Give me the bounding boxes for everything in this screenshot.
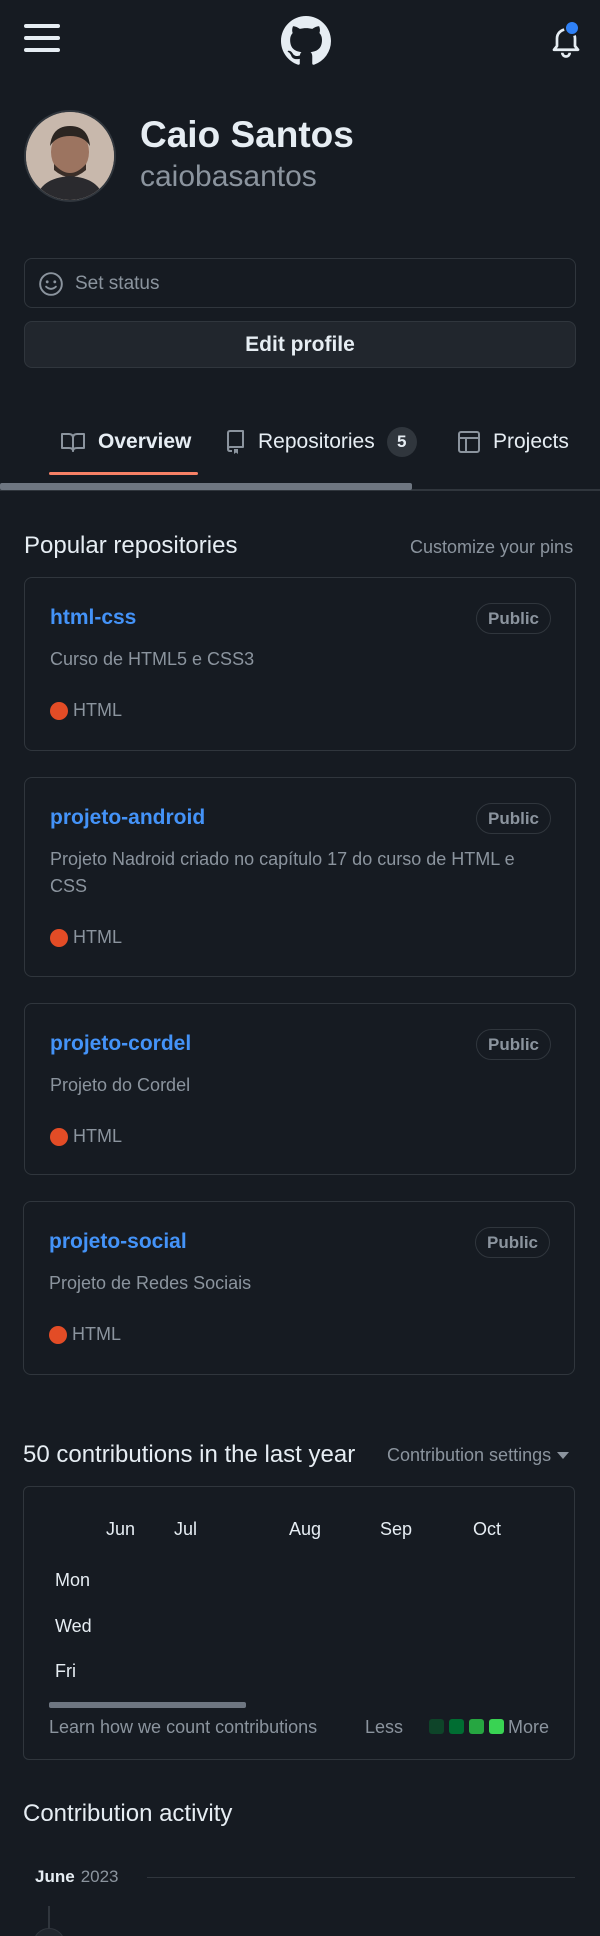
legend-more-label: More — [508, 1717, 550, 1737]
weekday-label: Mon — [55, 1570, 91, 1590]
visibility-badge: Public — [474, 1227, 550, 1258]
month-label: Aug — [289, 1519, 322, 1539]
language-color-dot — [50, 701, 68, 720]
repo-description: Projeto Nadroid criado no capítulo 17 do… — [50, 849, 515, 896]
language-color-dot — [49, 1325, 67, 1344]
repo-language-label: HTML — [73, 1126, 122, 1146]
legend-cell — [489, 1719, 504, 1734]
contribution-graph: Jun Jul Aug Sep Oct Mon Wed Fri Learn ho… — [23, 1486, 575, 1760]
popular-repositories-heading: Popular repositories — [24, 532, 238, 559]
repo-language: HTML — [50, 927, 122, 948]
caret-down-icon — [557, 1452, 570, 1459]
profile-page: Caio Santos caiobasantos Set status Edit… — [0, 0, 600, 1936]
repo-card: projeto-cordel Public Projeto do Cordel … — [24, 1003, 576, 1175]
contribution-settings-button[interactable]: Contribution settings — [387, 1445, 570, 1466]
visibility-badge: Public — [475, 603, 551, 634]
contribution-graph-scrollbar[interactable] — [49, 1702, 246, 1708]
repo-language: HTML — [50, 1126, 122, 1147]
repositories-count-badge: 5 — [386, 427, 417, 457]
activity-divider — [147, 1877, 575, 1878]
repo-name-link[interactable]: projeto-cordel — [50, 1032, 191, 1056]
tab-projects[interactable]: Projects — [457, 424, 569, 460]
month-label: Jul — [174, 1519, 198, 1539]
visibility-badge: Public — [475, 803, 551, 834]
set-status-button[interactable]: Set status — [24, 258, 576, 308]
activity-month-label: June — [35, 1867, 75, 1886]
repo-name-link[interactable]: projeto-android — [50, 806, 205, 830]
repo-language: HTML — [49, 1324, 121, 1345]
notification-dot — [564, 20, 580, 36]
legend-less-label: Less — [365, 1717, 404, 1737]
weekday-label: Fri — [55, 1661, 76, 1681]
weekday-label: Wed — [55, 1616, 92, 1636]
avatar[interactable] — [24, 110, 116, 202]
legend-cell — [449, 1719, 464, 1734]
edit-profile-button[interactable]: Edit profile — [24, 321, 576, 368]
set-status-label: Set status — [75, 273, 160, 294]
profile-tabs: Overview Repositories 5 Projects — [0, 410, 600, 491]
activity-month-heading: June 2023 — [35, 1867, 119, 1887]
repo-language-label: HTML — [73, 700, 122, 720]
tab-repositories-label: Repositories — [258, 430, 375, 453]
profile-username: caiobasantos — [140, 160, 317, 193]
repo-card: html-css Public Curso de HTML5 e CSS3 HT… — [24, 577, 576, 751]
smiley-icon — [39, 272, 63, 296]
repo-language-label: HTML — [72, 1324, 121, 1344]
top-bar — [0, 0, 600, 80]
month-label: Sep — [380, 1519, 413, 1539]
contribution-activity-heading: Contribution activity — [23, 1800, 233, 1827]
tab-overview-label: Overview — [98, 430, 192, 453]
customize-pins-link[interactable]: Customize your pins — [410, 537, 573, 558]
github-mark-icon[interactable] — [281, 16, 331, 66]
activity-year-label: 2023 — [80, 1867, 119, 1886]
timeline-badge — [33, 1928, 65, 1936]
repo-language-label: HTML — [73, 927, 122, 947]
book-icon — [61, 433, 85, 452]
tab-overview[interactable]: Overview — [60, 424, 191, 460]
repo-language: HTML — [50, 700, 122, 721]
repo-name-link[interactable]: projeto-social — [49, 1230, 187, 1254]
tab-projects-label: Projects — [493, 430, 569, 453]
contribution-settings-label: Contribution settings — [387, 1445, 552, 1465]
table-icon — [458, 431, 480, 453]
profile-full-name: Caio Santos — [140, 114, 354, 155]
repo-description: Curso de HTML5 e CSS3 — [50, 649, 255, 669]
tabs-scrollbar[interactable] — [0, 483, 412, 490]
repo-card: projeto-android Public Projeto Nadroid c… — [24, 777, 576, 977]
repo-icon — [227, 430, 244, 454]
hamburger-icon[interactable] — [24, 24, 60, 54]
tab-repositories[interactable]: Repositories 5 — [224, 424, 417, 460]
language-color-dot — [50, 928, 68, 947]
repo-description: Projeto de Redes Sociais — [49, 1273, 252, 1293]
legend-cell — [429, 1719, 444, 1734]
learn-contributions-link[interactable]: Learn how we count contributions — [49, 1717, 317, 1738]
contributions-heading: 50 contributions in the last year — [23, 1441, 356, 1468]
language-color-dot — [50, 1127, 68, 1146]
repo-name-link[interactable]: html-css — [50, 606, 136, 630]
legend-cell — [469, 1719, 484, 1734]
visibility-badge: Public — [475, 1029, 551, 1060]
selected-tab-indicator — [49, 472, 198, 475]
month-label: Oct — [473, 1519, 502, 1539]
month-label: Jun — [106, 1519, 136, 1539]
repo-description: Projeto do Cordel — [50, 1075, 191, 1095]
repo-card: projeto-social Public Projeto de Redes S… — [23, 1201, 575, 1375]
